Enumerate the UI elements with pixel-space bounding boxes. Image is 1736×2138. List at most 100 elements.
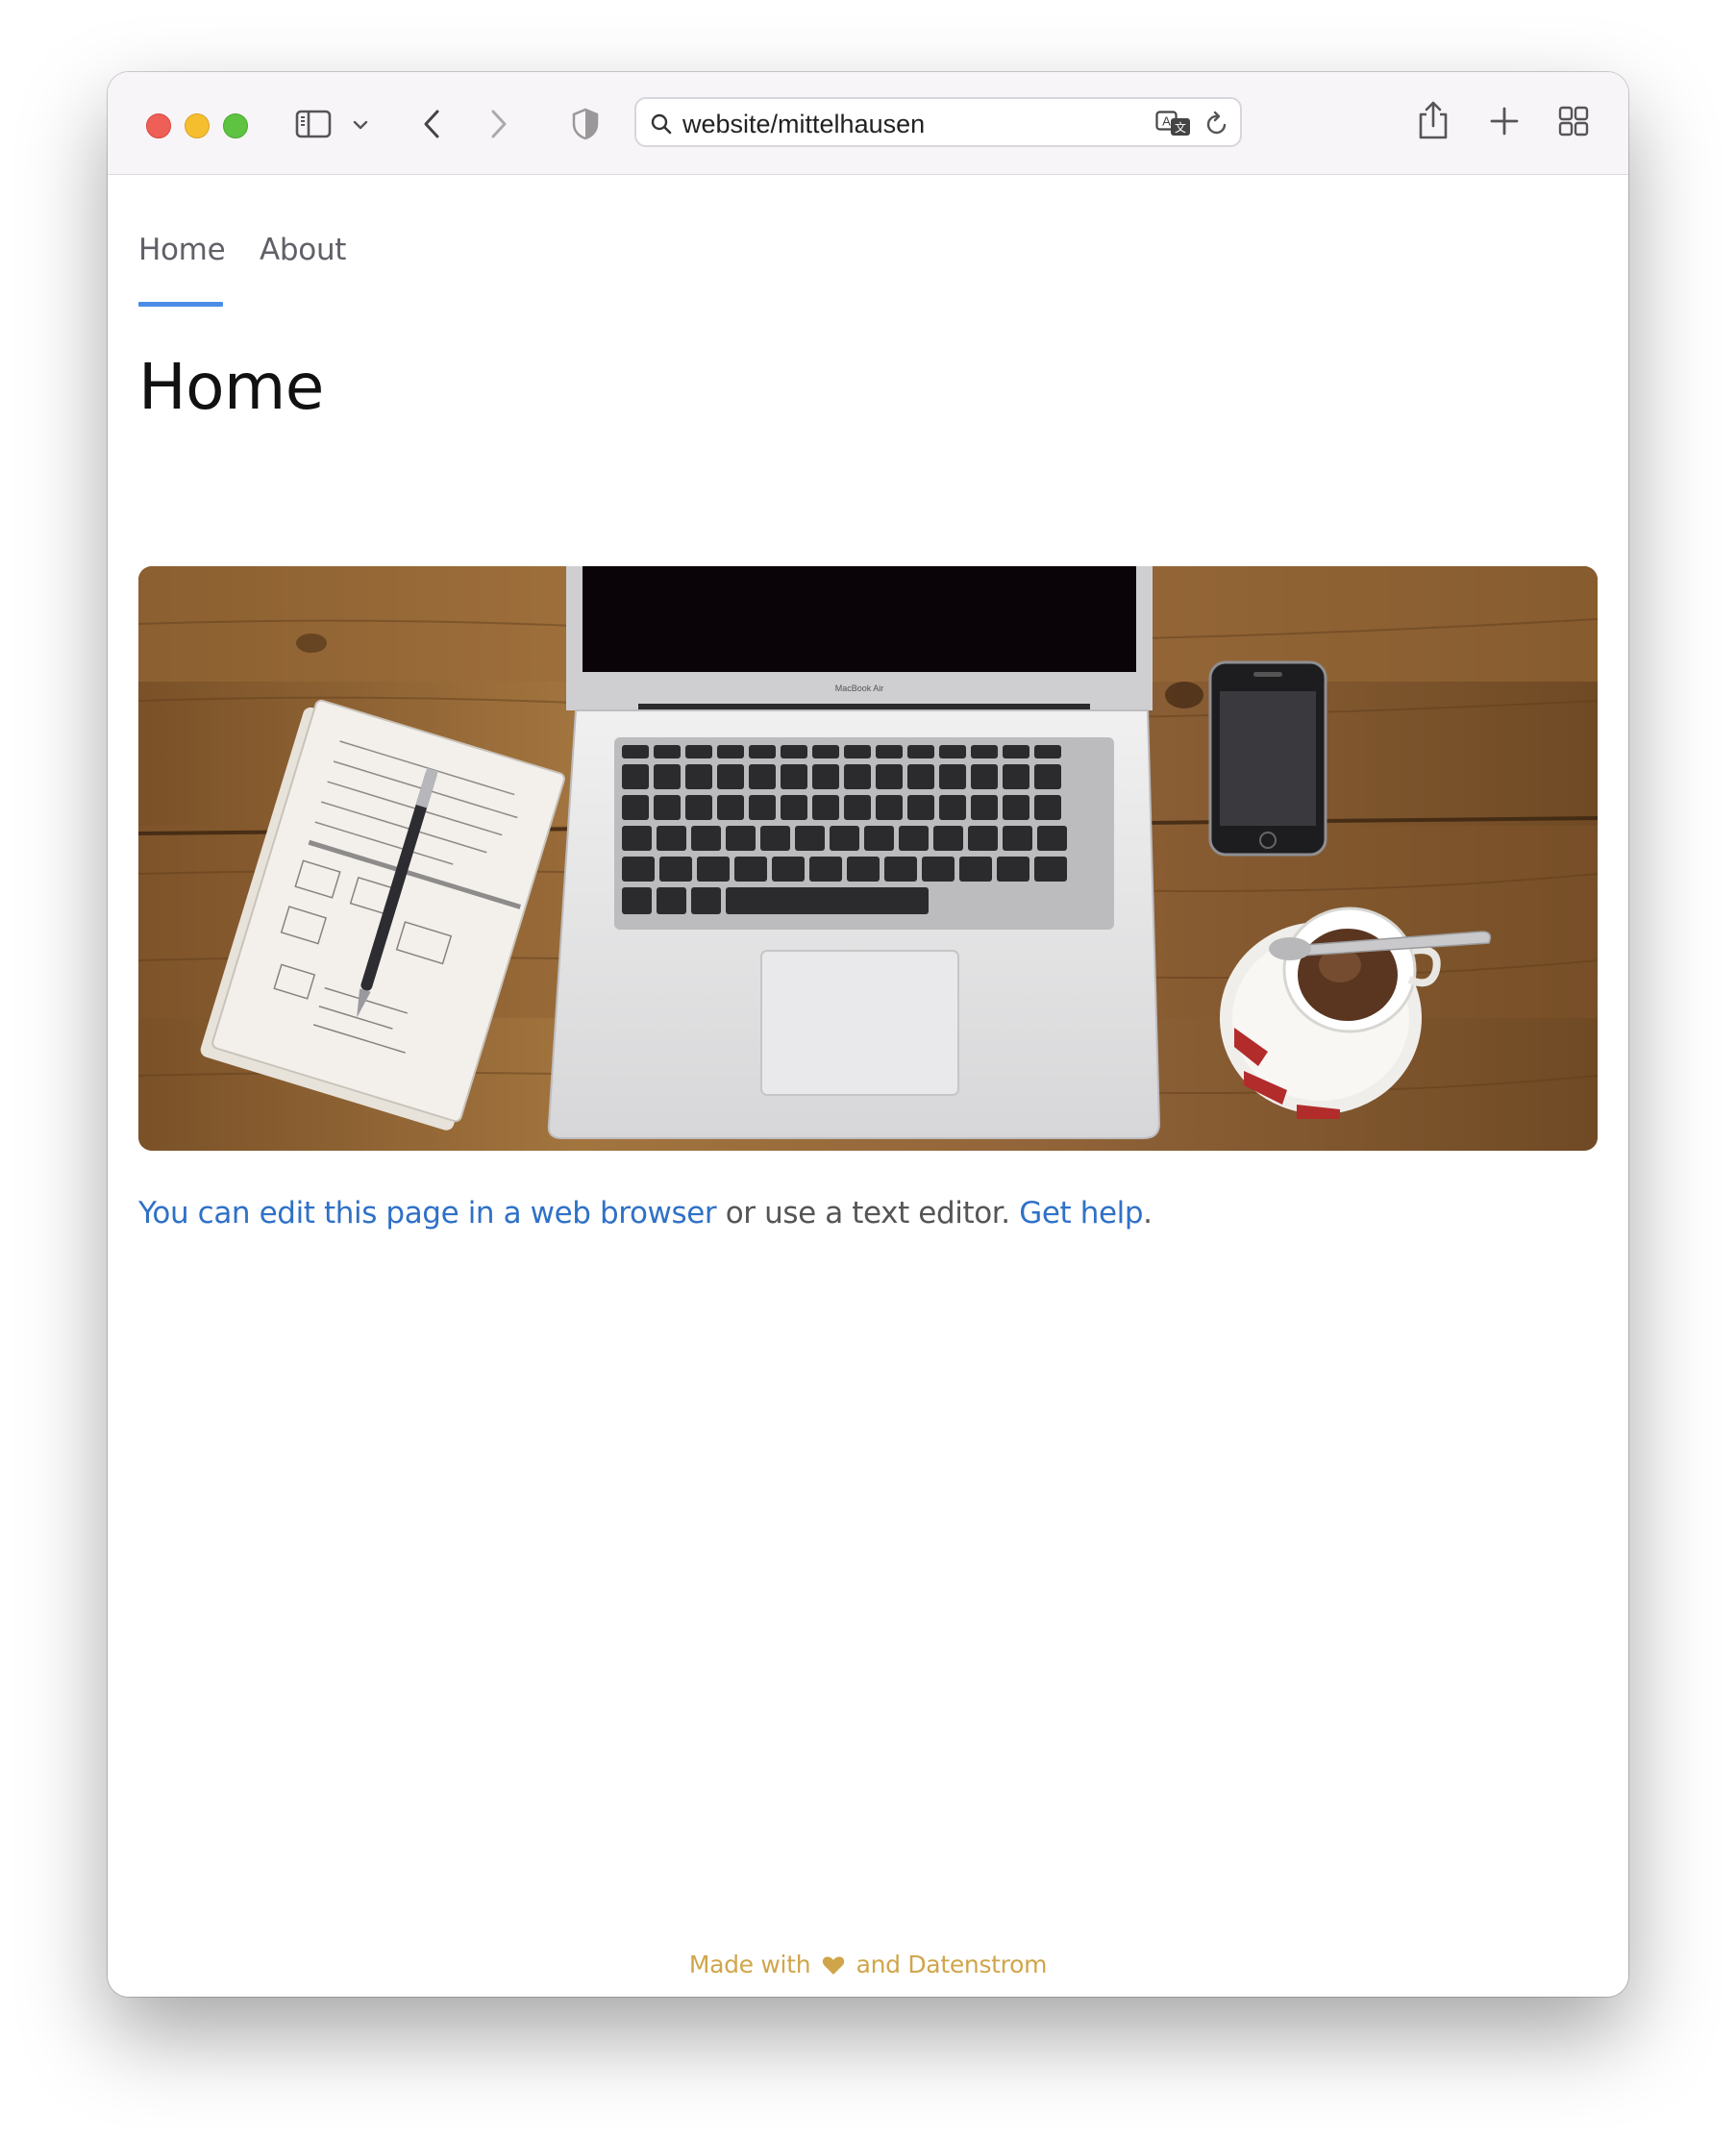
keyboard-key	[654, 745, 681, 758]
keyboard-key	[685, 764, 712, 789]
page-footer: Made with and Datenstrom	[108, 1951, 1628, 1978]
svg-text:文: 文	[1175, 120, 1186, 135]
page-title: Home	[138, 350, 324, 424]
privacy-report-button[interactable]	[571, 107, 600, 141]
keyboard-key	[968, 826, 998, 851]
back-button[interactable]	[420, 107, 443, 141]
new-tab-button[interactable]	[1488, 105, 1521, 137]
zoom-window-button[interactable]	[223, 113, 248, 138]
active-nav-indicator	[138, 302, 223, 307]
keyboard-key	[657, 826, 686, 851]
translate-icon[interactable]: A 文	[1155, 111, 1192, 137]
keyboard-key	[907, 795, 934, 820]
address-bar[interactable]: website/mittelhausen A 文	[634, 97, 1242, 147]
keyboard-key	[1003, 795, 1029, 820]
keyboard-key	[971, 795, 998, 820]
forward-icon	[491, 110, 507, 138]
get-help-link[interactable]: Get help	[1019, 1196, 1143, 1231]
keyboard-key	[717, 745, 744, 758]
keyboard-key	[1034, 795, 1061, 820]
keyboard-key	[734, 857, 767, 882]
keyboard-key	[1034, 857, 1067, 882]
keyboard-key	[717, 795, 744, 820]
address-text[interactable]: website/mittelhausen	[682, 110, 925, 139]
keyboard-key	[717, 764, 744, 789]
sidebar-toggle-button[interactable]	[294, 107, 333, 141]
heart-icon	[822, 1956, 845, 1975]
keyboard-key	[1003, 826, 1032, 851]
keyboard-key	[876, 745, 903, 758]
keyboard-key	[749, 764, 776, 789]
screen: website/mittelhausen A 文 Home About Home…	[0, 0, 1736, 2138]
keyboard-key	[781, 745, 807, 758]
intro-paragraph: You can edit this page in a web browser …	[138, 1196, 1153, 1231]
shield-icon	[572, 108, 599, 140]
keyboard-key	[1034, 745, 1061, 758]
keyboard-key	[654, 795, 681, 820]
close-window-button[interactable]	[146, 113, 171, 138]
reload-icon[interactable]	[1203, 111, 1230, 137]
nav-item-about[interactable]: About	[260, 233, 346, 267]
svg-text:A: A	[1162, 114, 1171, 129]
keyboard-key	[844, 745, 871, 758]
footer-text-before: Made with	[688, 1951, 811, 1978]
keyboard-key	[1037, 826, 1067, 851]
keyboard-key	[1034, 764, 1061, 789]
keyboard-key	[1003, 745, 1029, 758]
keyboard-key	[749, 745, 776, 758]
browser-toolbar: website/mittelhausen A 文	[108, 72, 1628, 175]
keyboard-key	[939, 764, 966, 789]
tab-overview-button[interactable]	[1557, 105, 1590, 137]
keyboard-key	[876, 764, 903, 789]
keyboard-key	[907, 764, 934, 789]
keyboard-key	[933, 826, 963, 851]
keyboard-key	[907, 745, 934, 758]
chevron-down-icon	[353, 120, 368, 130]
keyboard-key	[654, 764, 681, 789]
keyboard-key	[772, 857, 805, 882]
search-icon	[651, 113, 672, 135]
keyboard-key	[622, 764, 649, 789]
keyboard-key	[622, 857, 655, 882]
sidebar-icon	[295, 110, 332, 138]
keyboard-key	[659, 857, 692, 882]
keyboard-key	[922, 857, 955, 882]
keyboard-key	[685, 745, 712, 758]
keyboard-key	[844, 764, 871, 789]
nav-item-home[interactable]: Home	[138, 233, 226, 267]
share-button[interactable]	[1417, 99, 1450, 141]
forward-button[interactable]	[487, 107, 510, 141]
keyboard-key	[864, 826, 894, 851]
keyboard-key	[697, 857, 730, 882]
desk-photo: MacBook Air	[138, 566, 1598, 1151]
keyboard-key	[622, 826, 652, 851]
keyboard-key	[959, 857, 992, 882]
keyboard-key	[622, 795, 649, 820]
web-page: Home About Home MacBook Air You can edit…	[108, 175, 1628, 1997]
browser-window: website/mittelhausen A 文 Home About Home…	[108, 72, 1628, 1997]
keyboard-key	[691, 826, 721, 851]
keyboard-key	[997, 857, 1029, 882]
keyboard-key	[884, 857, 917, 882]
keyboard-key	[847, 857, 880, 882]
keyboard-key	[685, 795, 712, 820]
tab-overview-icon	[1558, 106, 1589, 137]
keyboard-key	[809, 857, 842, 882]
keyboard-key	[876, 795, 903, 820]
keyboard-key	[622, 745, 649, 758]
minimize-window-button[interactable]	[185, 113, 210, 138]
share-icon	[1419, 101, 1448, 139]
keyboard-key	[844, 795, 871, 820]
sidebar-menu-button[interactable]	[353, 117, 368, 133]
keyboard-key	[622, 887, 652, 914]
keyboard-key	[760, 826, 790, 851]
keyboard-key	[971, 745, 998, 758]
keyboard-key	[899, 826, 929, 851]
keyboard-key	[781, 795, 807, 820]
keyboard-key	[657, 887, 686, 914]
edit-in-browser-link[interactable]: You can edit this page in a web browser	[138, 1196, 717, 1231]
keyboard-key	[812, 795, 839, 820]
keyboard-key	[749, 795, 776, 820]
keyboard-key	[830, 826, 859, 851]
keyboard-key	[726, 826, 756, 851]
